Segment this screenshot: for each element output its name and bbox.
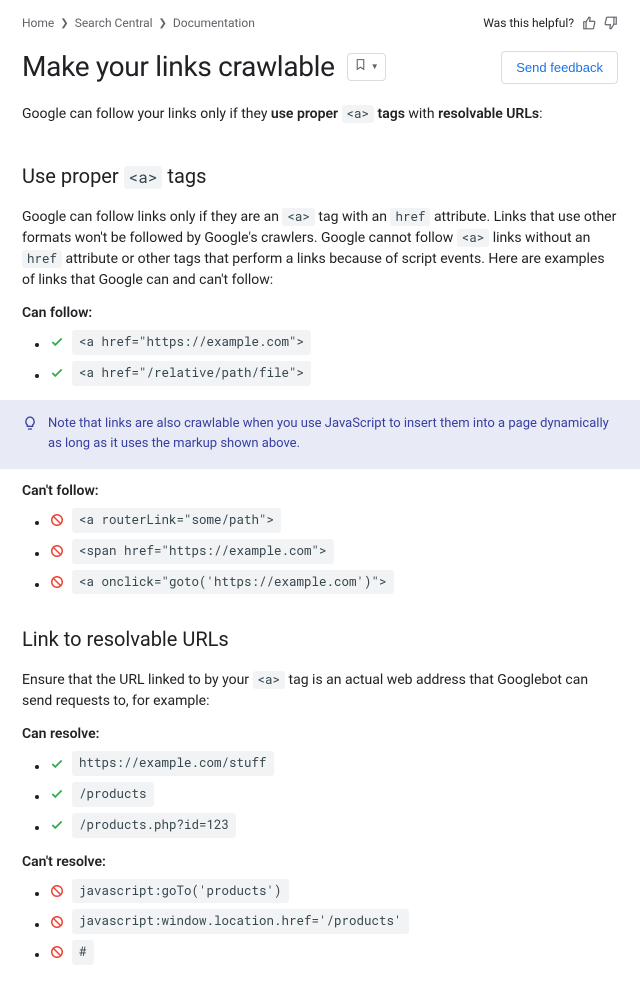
code-example: # [72,940,94,965]
can-follow-label: Can follow: [22,303,618,324]
prohibited-icon [50,884,64,898]
code-example: javascript:goTo('products') [72,879,289,904]
prohibited-icon [50,915,64,929]
breadcrumb-search-central[interactable]: Search Central [75,14,153,32]
intro-paragraph: Google can follow your links only if the… [22,104,618,125]
check-icon [50,818,64,832]
cant-resolve-list: javascript:goTo('products') javascript:w… [22,879,618,965]
title-bar: Make your links crawlable ▼ Send feedbac… [22,46,618,88]
can-follow-list: <a href="https://example.com"> <a href="… [22,330,618,386]
code-example: <a onclick="goto('https://example.com')"… [72,570,394,595]
check-icon [50,335,64,349]
check-icon [50,366,64,380]
cant-follow-label: Can't follow: [22,481,618,502]
breadcrumb-documentation[interactable]: Documentation [173,14,255,32]
code-example: <a href="https://example.com"> [72,330,311,355]
prohibited-icon [50,544,64,558]
bookmark-button[interactable]: ▼ [347,53,386,81]
chevron-right-icon: ❯ [159,16,167,31]
check-icon [50,787,64,801]
code-example: /products [72,782,154,807]
cant-resolve-label: Can't resolve: [22,852,618,873]
code-example: javascript:window.location.href='/produc… [72,909,409,934]
lightbulb-icon [22,415,38,439]
code-example: <a routerLink="some/path"> [72,508,281,533]
code-example: https://example.com/stuff [72,751,274,776]
topbar: Home ❯ Search Central ❯ Documentation Wa… [22,14,618,32]
note-text: Note that links are also crawlable when … [48,414,618,456]
cant-follow-list: <a routerLink="some/path"> <span href="h… [22,508,618,594]
prohibited-icon [50,575,64,589]
bookmark-icon [354,58,367,76]
page-title: Make your links crawlable [22,46,335,88]
send-feedback-button[interactable]: Send feedback [501,51,618,84]
prohibited-icon [50,513,64,527]
breadcrumb-home[interactable]: Home [22,14,54,32]
code-example: /products.php?id=123 [72,813,236,838]
chevron-right-icon: ❯ [60,16,68,31]
can-resolve-list: https://example.com/stuff /products /pro… [22,751,618,837]
code-example: <span href="https://example.com"> [72,539,334,564]
code-example: <a href="/relative/path/file"> [72,361,311,386]
check-icon [50,757,64,771]
helpful-widget: Was this helpful? [483,14,618,32]
breadcrumb: Home ❯ Search Central ❯ Documentation [22,14,255,32]
section-heading-proper-a-tags: Use proper <a> tags [22,161,618,191]
section2-paragraph: Ensure that the URL linked to by your <a… [22,670,618,712]
note-callout: Note that links are also crawlable when … [0,400,640,470]
section-heading-resolvable-urls: Link to resolvable URLs [22,624,618,654]
prohibited-icon [50,945,64,959]
section1-paragraph: Google can follow links only if they are… [22,207,618,291]
thumbs-up-icon[interactable] [582,16,596,30]
can-resolve-label: Can resolve: [22,724,618,745]
chevron-down-icon: ▼ [371,61,379,73]
helpful-label: Was this helpful? [483,14,574,32]
thumbs-down-icon[interactable] [604,16,618,30]
